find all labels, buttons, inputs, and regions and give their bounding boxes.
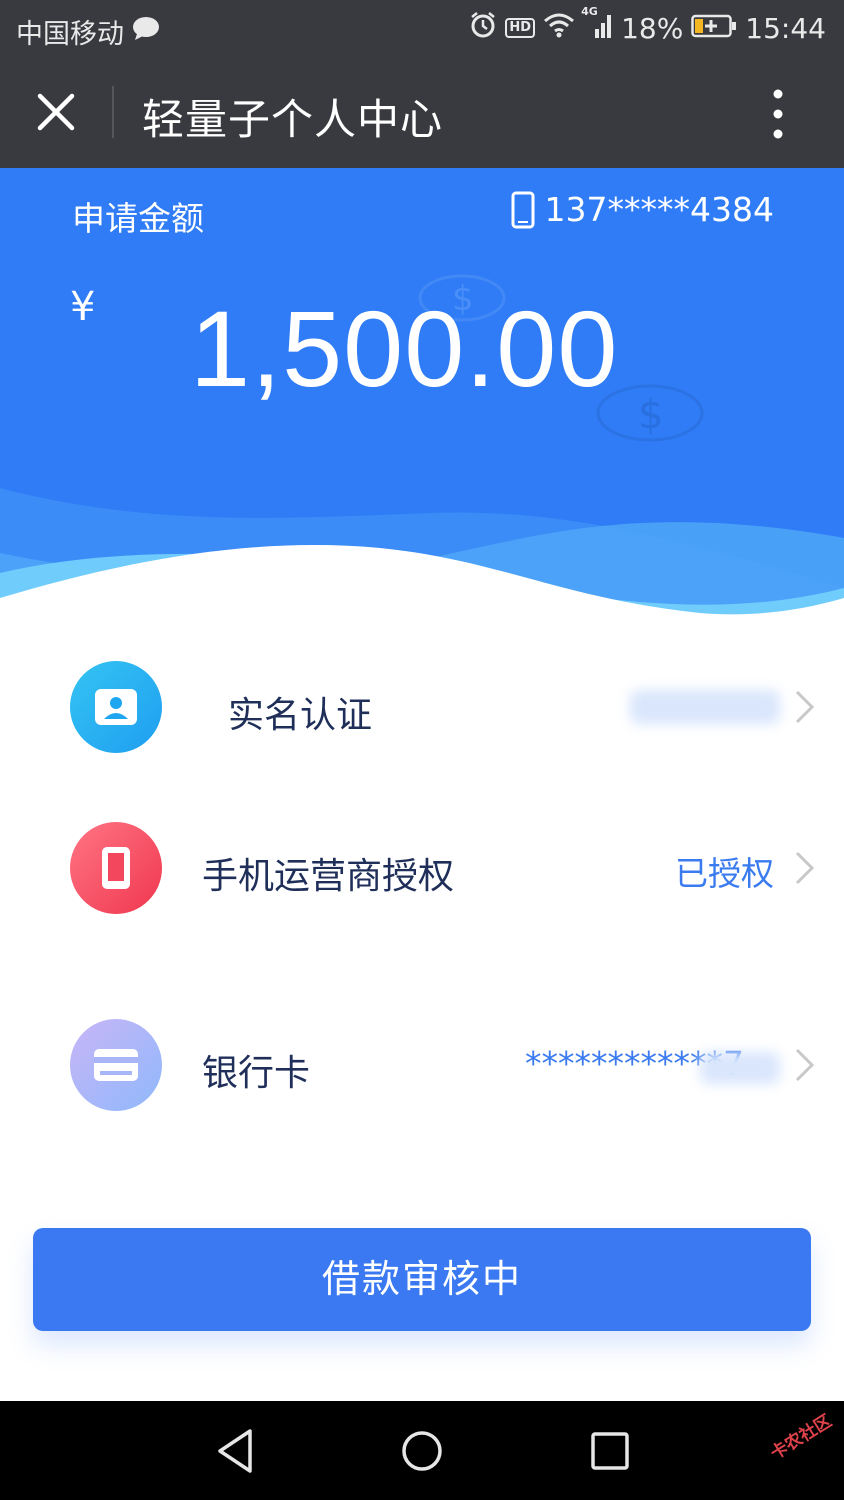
- chevron-right-icon: [795, 690, 815, 724]
- phone-icon: [70, 822, 162, 914]
- navigation-bar: 卡农社区: [0, 1401, 844, 1500]
- id-card-icon: [70, 661, 162, 753]
- chevron-right-icon: [795, 1048, 815, 1082]
- list-item-label: 实名认证: [228, 695, 373, 736]
- battery-charging-icon: [691, 12, 737, 45]
- status-bar: 中国移动 HD 4G 18% 15:44: [0, 0, 844, 56]
- close-icon: [37, 93, 75, 131]
- back-icon[interactable]: [204, 1421, 264, 1481]
- amount-header: $ $ 申请金额 137*****4384 ¥ 1,500.00: [0, 168, 844, 638]
- alarm-icon: [469, 11, 497, 46]
- close-button[interactable]: [28, 84, 84, 140]
- list-item-label: 手机运营商授权: [202, 856, 455, 897]
- home-icon[interactable]: [392, 1421, 452, 1481]
- clock: 15:44: [745, 11, 826, 45]
- title-divider: [112, 86, 114, 138]
- list-item-label: 银行卡: [202, 1053, 311, 1094]
- more-button[interactable]: [756, 86, 800, 142]
- list-item-real-name[interactable]: 实名认证: [0, 642, 844, 772]
- wave-decoration: [0, 488, 844, 638]
- battery-percent: 18%: [621, 11, 684, 45]
- signal-icon: 4G: [581, 5, 613, 46]
- chevron-right-icon: [795, 851, 815, 885]
- carrier-name: 中国移动: [16, 19, 124, 50]
- watermark: 卡农社区: [767, 1411, 836, 1465]
- list-item-value: 已授权: [675, 854, 774, 893]
- message-bubble-icon: [132, 16, 160, 44]
- wifi-icon: [543, 12, 575, 45]
- loan-status-button[interactable]: 借款审核中: [33, 1228, 811, 1331]
- title-bar: 轻量子个人中心: [0, 56, 844, 168]
- list-item-bank-card[interactable]: 银行卡 ************7: [0, 1000, 844, 1130]
- list-item-carrier-auth[interactable]: 手机运营商授权 已授权: [0, 803, 844, 933]
- blurred-value: [700, 1052, 780, 1084]
- bank-card-icon: [70, 1019, 162, 1111]
- hd-icon: HD: [505, 18, 536, 38]
- blurred-value: [630, 690, 780, 724]
- page-title: 轻量子个人中心: [142, 95, 444, 144]
- more-vertical-icon: [773, 89, 783, 139]
- recents-icon[interactable]: [580, 1421, 640, 1481]
- network-type: 4G: [581, 4, 598, 18]
